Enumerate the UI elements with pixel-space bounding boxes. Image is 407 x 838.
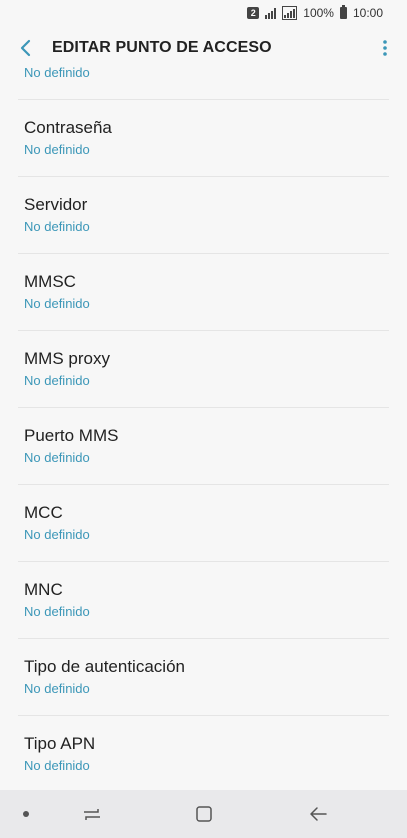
setting-label: MCC (24, 503, 63, 522)
setting-value: No definido (24, 527, 90, 542)
setting-value: No definido (24, 758, 90, 773)
setting-label: MNC (24, 580, 63, 599)
signal-icon-secondary (282, 6, 298, 20)
setting-item-partial[interactable]: No definido (18, 60, 389, 100)
setting-item-mms-port[interactable]: Puerto MMS No definido (18, 408, 389, 485)
system-back-button[interactable] (296, 790, 340, 838)
setting-label: MMS proxy (24, 349, 110, 368)
setting-item-mnc[interactable]: MNC No definido (18, 562, 389, 639)
setting-value: No definido (24, 65, 90, 80)
page-title: EDITAR PUNTO DE ACCESO (52, 39, 272, 56)
setting-item-password[interactable]: Contraseña No definido (18, 100, 389, 177)
setting-item-mmsc[interactable]: MMSC No definido (18, 254, 389, 331)
setting-item-apn-type[interactable]: Tipo APN No definido (18, 716, 389, 788)
setting-value: No definido (24, 219, 90, 234)
setting-item-mms-proxy[interactable]: MMS proxy No definido (18, 331, 389, 408)
recents-icon (84, 809, 100, 820)
battery-icon (339, 5, 347, 19)
navigation-bar (0, 790, 407, 838)
settings-list: No definido Contraseña No definido Servi… (0, 60, 407, 788)
battery-percent: 100% (303, 6, 334, 20)
signal-icon (265, 7, 277, 19)
setting-item-mcc[interactable]: MCC No definido (18, 485, 389, 562)
setting-value: No definido (24, 681, 90, 696)
home-icon (196, 806, 212, 822)
setting-item-auth-type[interactable]: Tipo de autenticación No definido (18, 639, 389, 716)
setting-item-server[interactable]: Servidor No definido (18, 177, 389, 254)
setting-label: Tipo de autenticación (24, 657, 185, 676)
status-bar: 2 100% 10:00 (0, 0, 407, 26)
setting-value: No definido (24, 604, 90, 619)
dot-indicator-icon (23, 811, 29, 817)
setting-value: No definido (24, 296, 90, 311)
home-button[interactable] (182, 790, 226, 838)
setting-label: Puerto MMS (24, 426, 119, 445)
more-vertical-icon (383, 40, 387, 56)
setting-label: Tipo APN (24, 734, 96, 753)
back-arrow-icon (310, 807, 327, 821)
sim-slot-badge: 2 (247, 7, 260, 19)
setting-label: Servidor (24, 195, 88, 214)
chevron-left-icon (20, 39, 31, 57)
clock: 10:00 (352, 6, 383, 20)
setting-label: MMSC (24, 272, 76, 291)
recents-button[interactable] (70, 790, 114, 838)
setting-value: No definido (24, 450, 90, 465)
setting-label: Contraseña (24, 118, 112, 137)
nav-dot-button[interactable] (14, 790, 38, 838)
setting-value: No definido (24, 142, 90, 157)
setting-value: No definido (24, 373, 90, 388)
